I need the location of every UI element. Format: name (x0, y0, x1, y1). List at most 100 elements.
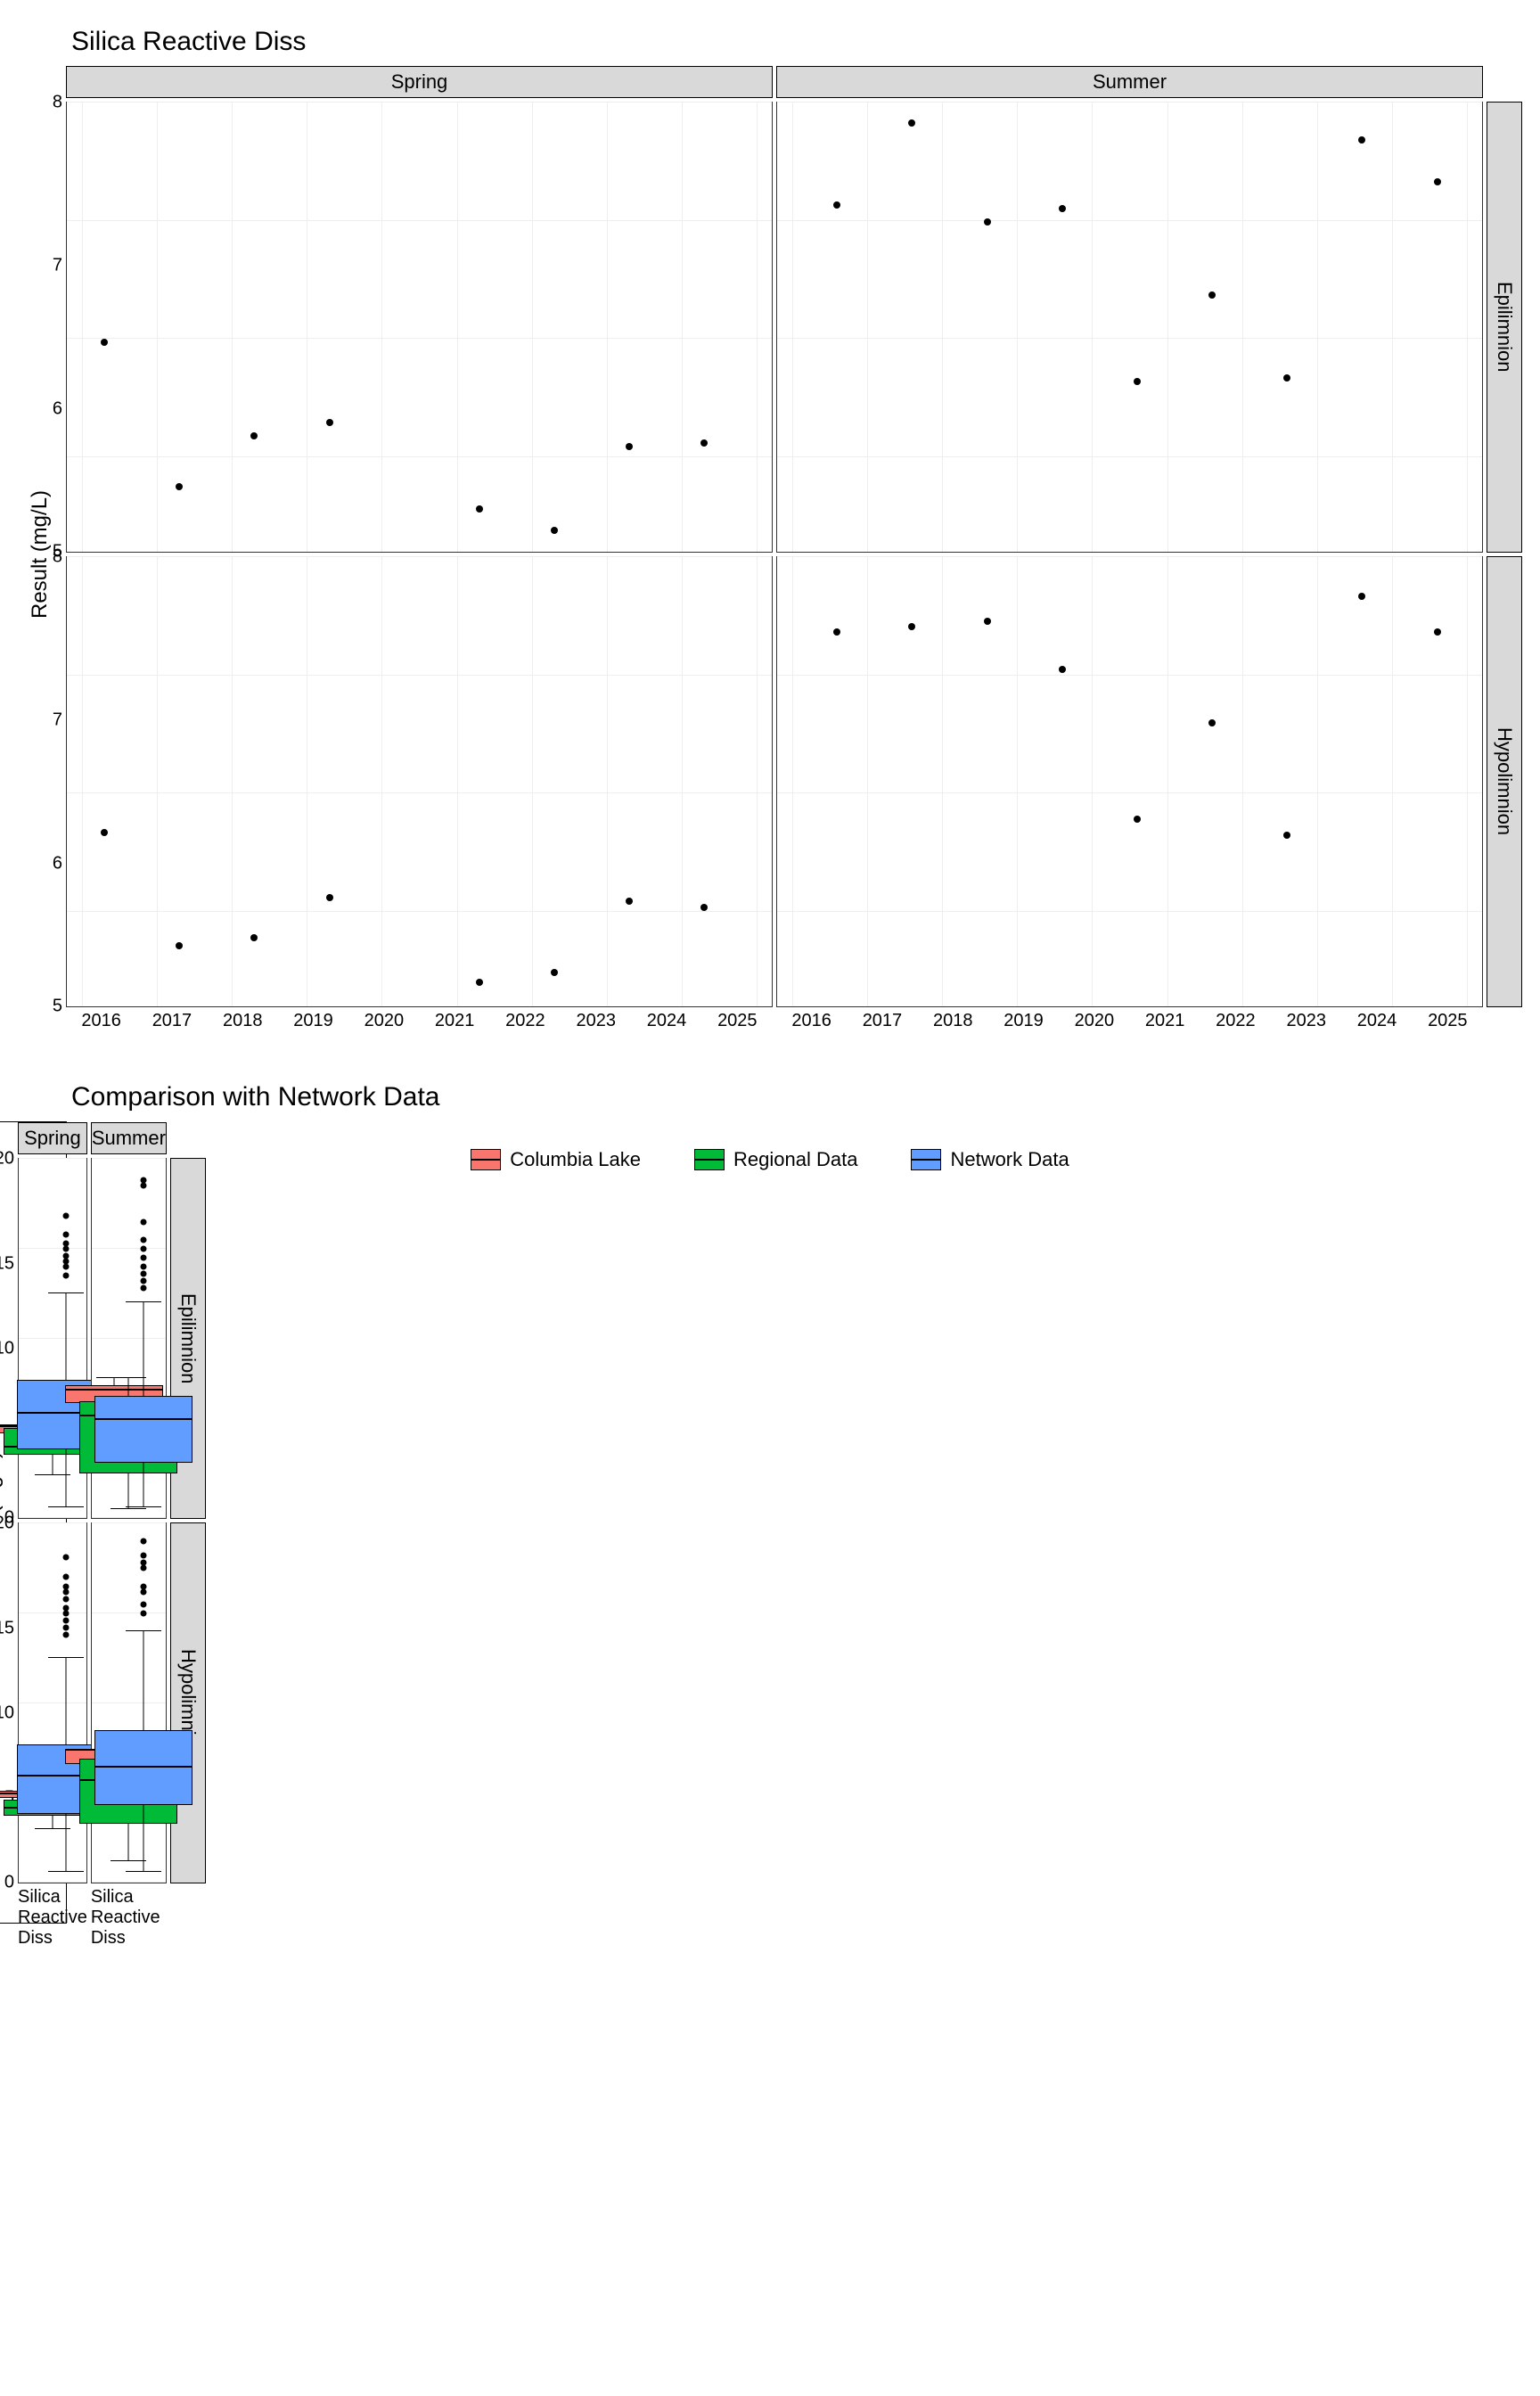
boxplot-grid: Results (mg/L) Spring Summer Epilimnion … (0, 1121, 67, 1924)
data-point (1283, 832, 1290, 839)
outlier-point (141, 1565, 147, 1571)
outlier-point (141, 1583, 147, 1589)
data-point (626, 898, 633, 905)
outlier-point (141, 1183, 147, 1189)
outlier-point (141, 1219, 147, 1225)
outlier-point (141, 1278, 147, 1284)
data-point (908, 623, 915, 630)
outlier-point (63, 1258, 70, 1264)
boxplot-section: Comparison with Network Data Results (mg… (18, 1082, 1522, 1112)
data-point (176, 483, 183, 490)
data-point (1283, 374, 1290, 382)
bpanel-spring-epi: 20151050 (18, 1158, 87, 1519)
data-point (1134, 378, 1141, 385)
data-point (626, 443, 633, 450)
data-point (176, 942, 183, 949)
outlier-point (63, 1245, 70, 1251)
data-point (326, 419, 333, 426)
data-point (700, 904, 708, 911)
outlier-point (141, 1263, 147, 1269)
data-point (551, 969, 558, 976)
brow-strip-hypo: Hypolimnion (170, 1522, 206, 1883)
row-strip-epi: Epilimnion (1487, 102, 1522, 553)
data-point (1134, 816, 1141, 823)
data-point (101, 829, 108, 836)
legend-item-columbia: Columbia Lake (471, 1148, 641, 1171)
outlier-point (141, 1560, 147, 1566)
data-point (250, 934, 258, 941)
outlier-point (63, 1555, 70, 1561)
data-point (1434, 178, 1441, 185)
outlier-point (141, 1588, 147, 1595)
outlier-point (63, 1610, 70, 1616)
outlier-point (63, 1213, 70, 1219)
outlier-point (141, 1236, 147, 1243)
data-point (326, 894, 333, 901)
box-blue (94, 1730, 192, 1806)
data-point (984, 218, 991, 226)
legend-key-green (694, 1149, 725, 1170)
legend-item-regional: Regional Data (694, 1148, 857, 1171)
data-point (1434, 628, 1441, 636)
col-strip-spring: Spring (66, 66, 773, 98)
boxplot-title: Comparison with Network Data (71, 1082, 1522, 1112)
data-point (1208, 291, 1216, 299)
scatter-xaxis-1: 2016201720182019202020212022202320242025 (66, 1011, 773, 1046)
outlier-point (63, 1604, 70, 1611)
outlier-point (63, 1588, 70, 1595)
scatter-title: Silica Reactive Diss (71, 27, 1522, 57)
legend-key-blue (911, 1149, 941, 1170)
data-point (833, 628, 840, 636)
panel-summer-hypo (776, 556, 1483, 1007)
outlier-point (63, 1231, 70, 1237)
row-strip-hypo: Hypolimnion (1487, 556, 1522, 1007)
outlier-point (63, 1574, 70, 1580)
col-strip-summer: Summer (776, 66, 1483, 98)
outlier-point (63, 1252, 70, 1259)
data-point (1059, 205, 1066, 212)
outlier-point (141, 1254, 147, 1260)
data-point (1059, 666, 1066, 673)
outlier-point (63, 1596, 70, 1602)
outlier-point (141, 1285, 147, 1292)
outlier-point (141, 1553, 147, 1559)
outlier-point (141, 1177, 147, 1184)
outlier-point (63, 1272, 70, 1278)
data-point (101, 339, 108, 346)
outlier-point (141, 1610, 147, 1616)
data-point (1358, 136, 1365, 144)
panel-spring-epi: 8765 (66, 102, 773, 553)
bcol-strip-summer: Summer (91, 1122, 167, 1154)
scatter-grid: Result (mg/L) Spring Summer Epilimnion H… (18, 66, 1522, 1046)
bcol-strip-spring: Spring (18, 1122, 87, 1154)
data-point (250, 432, 258, 439)
data-point (476, 505, 483, 513)
bpanel-summer-epi (91, 1158, 167, 1519)
panel-spring-hypo: 8765 (66, 556, 773, 1007)
panel-summer-epi (776, 102, 1483, 553)
outlier-point (63, 1624, 70, 1630)
outlier-point (141, 1539, 147, 1545)
outlier-point (141, 1245, 147, 1251)
outlier-point (141, 1270, 147, 1276)
outlier-point (63, 1631, 70, 1637)
outlier-point (63, 1583, 70, 1589)
data-point (1358, 593, 1365, 600)
outlier-point (63, 1263, 70, 1269)
data-point (833, 201, 840, 209)
data-point (700, 439, 708, 447)
outlier-point (63, 1240, 70, 1246)
legend: Columbia Lake Regional Data Network Data (18, 1148, 1522, 1171)
scatter-section: Silica Reactive Diss Result (mg/L) Sprin… (18, 27, 1522, 1046)
data-point (551, 527, 558, 534)
bpanel-spring-hypo: 20151050 (18, 1522, 87, 1883)
outlier-point (141, 1601, 147, 1607)
data-point (1208, 719, 1216, 726)
scatter-xaxis-2: 2016201720182019202020212022202320242025 (776, 1011, 1483, 1046)
boxplot-xaxis-2: Silica Reactive Diss (91, 1887, 167, 1923)
bpanel-summer-hypo (91, 1522, 167, 1883)
data-point (908, 119, 915, 127)
box-blue (94, 1396, 192, 1463)
boxplot-xaxis-1: Silica Reactive Diss (18, 1887, 87, 1923)
data-point (476, 979, 483, 986)
